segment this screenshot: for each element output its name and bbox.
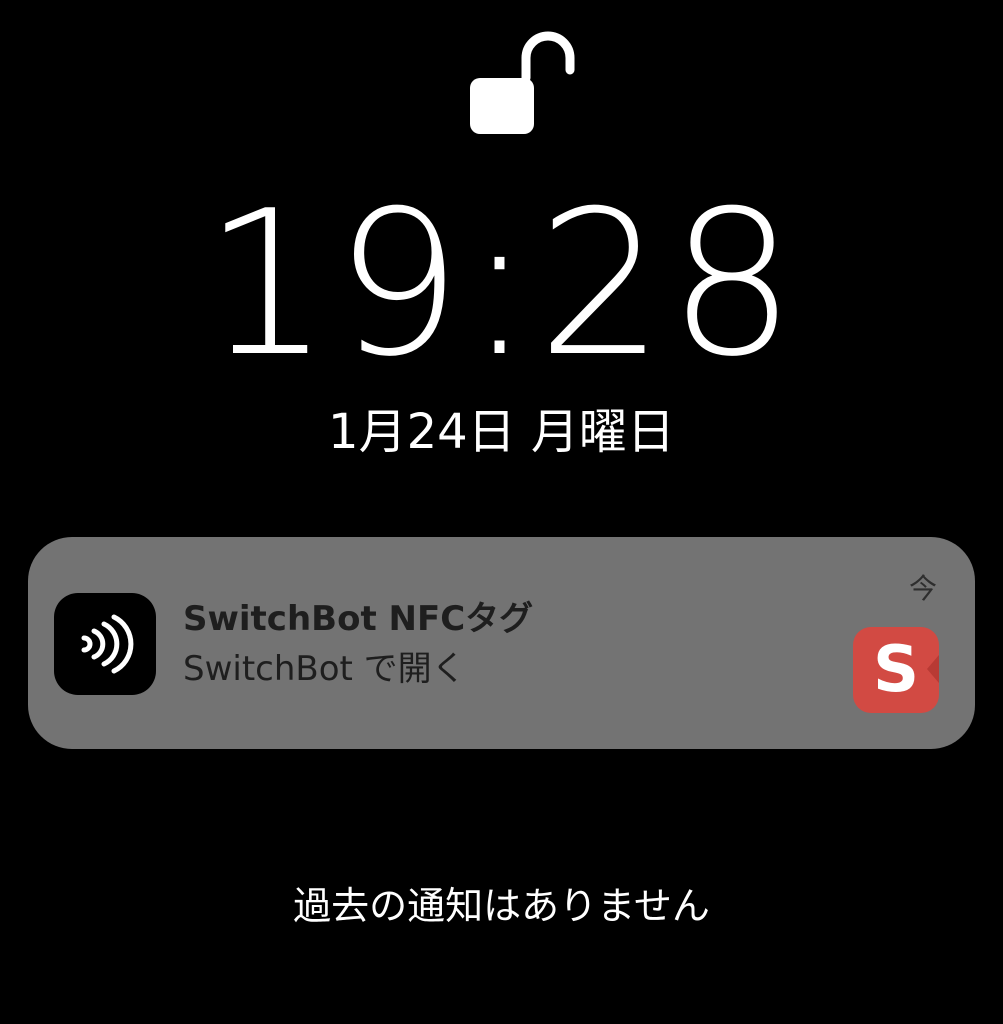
nfc-contactless-icon — [54, 593, 156, 695]
notification-title: SwitchBot NFCタグ — [183, 599, 534, 639]
switchbot-app-icon: S — [853, 627, 939, 713]
lock-screen: 19:28 1月24日 月曜日 SwitchBot NFCタグ SwitchBo… — [0, 0, 1003, 1024]
clock-time: 19:28 — [203, 168, 800, 401]
date-label: 1月24日 月曜日 — [328, 404, 675, 460]
notification-card[interactable]: SwitchBot NFCタグ SwitchBot で開く 今 S — [28, 537, 975, 749]
unlocked-padlock-icon — [466, 30, 576, 140]
switchbot-logo-notch — [927, 655, 939, 683]
notification-time: 今 — [908, 572, 937, 605]
no-older-notifications-message: 過去の通知はありません — [293, 884, 710, 928]
notification-body: SwitchBot で開く — [183, 649, 466, 689]
